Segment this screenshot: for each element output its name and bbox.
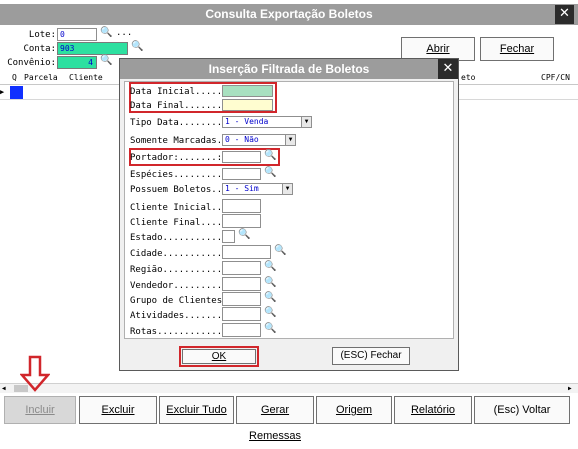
col-cliente[interactable]: Cliente bbox=[69, 73, 103, 82]
esc-fechar-button[interactable]: (ESC) Fechar bbox=[332, 347, 410, 365]
vendedor-search-icon[interactable]: 🔍 bbox=[264, 277, 276, 288]
horizontal-scrollbar[interactable]: ◀ ▶ bbox=[0, 383, 578, 393]
cidade-search-icon[interactable]: 🔍 bbox=[274, 245, 286, 256]
ok-button[interactable]: OK bbox=[182, 349, 256, 364]
fechar-button[interactable]: Fechar bbox=[480, 37, 554, 61]
somente-marcadas-select[interactable]: 0 - Não ▼ bbox=[222, 134, 296, 146]
cliente-final-label: Cliente Final....: bbox=[130, 218, 228, 228]
arrow-down-icon bbox=[20, 355, 50, 392]
rotas-label: Rotas............: bbox=[130, 327, 228, 337]
col-q[interactable]: Q bbox=[12, 73, 17, 82]
somente-marcadas-label: Somente Marcadas.: bbox=[130, 136, 228, 146]
grupo-clientes-label: Grupo de Clientes: bbox=[130, 296, 228, 306]
cliente-final-input[interactable] bbox=[222, 214, 261, 228]
origem-button[interactable]: Origem bbox=[316, 396, 392, 424]
vendedor-label: Vendedor.........: bbox=[130, 281, 228, 291]
cidade-label: Cidade...........: bbox=[130, 249, 228, 259]
vendedor-input[interactable] bbox=[222, 277, 261, 291]
especies-search-icon[interactable]: 🔍 bbox=[264, 167, 276, 178]
regiao-input[interactable] bbox=[222, 261, 261, 275]
grupo-clientes-input[interactable] bbox=[222, 292, 261, 306]
lote-input[interactable]: 0 bbox=[57, 28, 97, 41]
chevron-down-icon: ▼ bbox=[301, 117, 311, 127]
data-final-input[interactable] bbox=[222, 99, 273, 111]
portador-input[interactable] bbox=[222, 151, 261, 163]
relatorio-button[interactable]: Relatório bbox=[394, 396, 472, 424]
dialog-title: Inserção Filtrada de Boletos bbox=[120, 59, 458, 79]
convenio-input[interactable]: 4 bbox=[57, 56, 97, 69]
conta-label: Conta: bbox=[23, 44, 56, 54]
window-title: Consulta Exportação Boletos bbox=[0, 4, 578, 25]
tipo-data-select[interactable]: 1 - Venda ▼ bbox=[222, 116, 312, 128]
row-pointer-icon: ▶ bbox=[0, 88, 5, 96]
esc-voltar-button[interactable]: (Esc) Voltar bbox=[474, 396, 570, 424]
excluir-tudo-button[interactable]: Excluir Tudo bbox=[159, 396, 234, 424]
conta-search-icon[interactable]: 🔍 bbox=[131, 41, 143, 52]
scroll-right-icon[interactable]: ▶ bbox=[568, 385, 576, 392]
atividades-input[interactable] bbox=[222, 307, 261, 321]
excluir-button[interactable]: Excluir bbox=[79, 396, 157, 424]
col-cpf[interactable]: CPF/CN bbox=[541, 73, 570, 82]
data-final-label: Data Final.......: bbox=[130, 101, 228, 111]
incluir-button[interactable]: Incluir bbox=[4, 396, 76, 424]
tipo-data-label: Tipo Data........: bbox=[130, 118, 228, 128]
estado-input[interactable] bbox=[222, 230, 235, 243]
col-boleto[interactable]: eto bbox=[461, 73, 475, 82]
atividades-label: Atividades.......: bbox=[130, 311, 228, 321]
rotas-input[interactable] bbox=[222, 323, 261, 337]
cliente-inicial-label: Cliente Inicial..: bbox=[130, 203, 228, 213]
grupo-clientes-search-icon[interactable]: 🔍 bbox=[264, 292, 276, 303]
possuem-boletos-select[interactable]: 1 - Sim ▼ bbox=[222, 183, 293, 195]
lote-ellipsis-button[interactable]: ... bbox=[116, 28, 132, 38]
gerar-remessas-button[interactable]: Gerar Remessas bbox=[236, 396, 314, 442]
convenio-search-icon[interactable]: 🔍 bbox=[100, 55, 112, 66]
especies-input[interactable] bbox=[222, 168, 261, 180]
convenio-label: Convênio: bbox=[7, 58, 56, 68]
scroll-left-icon[interactable]: ◀ bbox=[2, 385, 10, 392]
data-inicial-label: Data Inicial.....: bbox=[130, 87, 228, 97]
data-inicial-input[interactable] bbox=[222, 85, 273, 97]
rotas-search-icon[interactable]: 🔍 bbox=[264, 323, 276, 334]
cliente-inicial-input[interactable] bbox=[222, 199, 261, 213]
portador-label: Portador:.......: bbox=[130, 153, 223, 163]
atividades-search-icon[interactable]: 🔍 bbox=[264, 307, 276, 318]
conta-input[interactable]: 903 bbox=[57, 42, 128, 55]
dialog-close-button[interactable]: ✕ bbox=[438, 59, 458, 79]
chevron-down-icon: ▼ bbox=[282, 184, 292, 194]
cidade-input[interactable] bbox=[222, 245, 271, 259]
possuem-boletos-label: Possuem Boletos..: bbox=[130, 185, 228, 195]
portador-search-icon[interactable]: 🔍 bbox=[264, 150, 276, 161]
especies-label: Espécies.........: bbox=[130, 170, 228, 180]
chevron-down-icon: ▼ bbox=[285, 135, 295, 145]
regiao-search-icon[interactable]: 🔍 bbox=[264, 261, 276, 272]
grid-selected-cell[interactable] bbox=[10, 86, 23, 99]
insercao-filtrada-dialog: Inserção Filtrada de Boletos ✕ Data Inic… bbox=[119, 58, 459, 371]
lote-label: Lote: bbox=[28, 30, 56, 40]
estado-label: Estado...........: bbox=[130, 233, 228, 243]
window-close-button[interactable]: ✕ bbox=[555, 5, 574, 24]
col-parcela[interactable]: Parcela bbox=[24, 73, 58, 82]
estado-search-icon[interactable]: 🔍 bbox=[238, 229, 250, 240]
regiao-label: Região...........: bbox=[130, 265, 228, 275]
lote-search-icon[interactable]: 🔍 bbox=[100, 27, 112, 38]
